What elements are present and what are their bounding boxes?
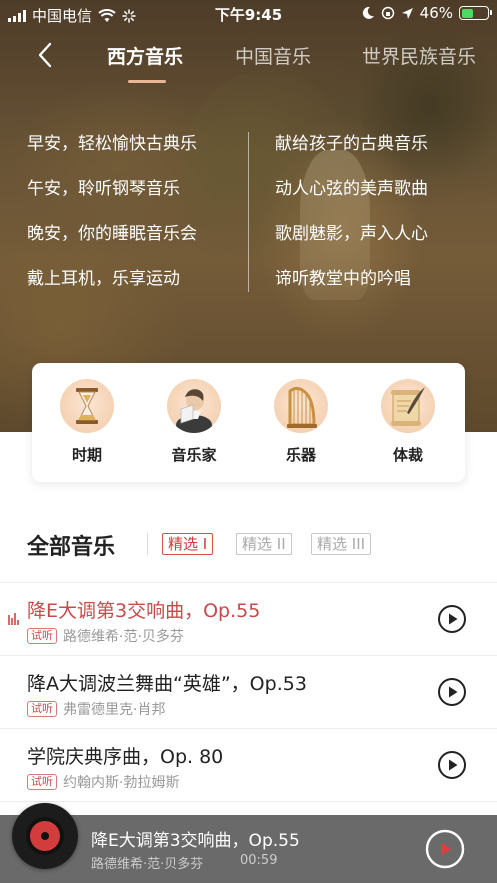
tab-world-music[interactable]: 世界民族音乐 (362, 42, 476, 69)
chip-selection-3[interactable]: 精选 III (311, 533, 372, 555)
battery-percent: 46% (419, 4, 453, 22)
category-card: 时期 音乐家 乐器 体裁 (32, 363, 465, 482)
harp-icon (274, 379, 328, 433)
player-time: 00:59 (240, 853, 278, 868)
category-label: 体裁 (392, 446, 423, 464)
back-arrow-icon[interactable] (32, 40, 62, 70)
mini-player[interactable]: 降E大调第3交响曲，Op.55 路德维希·范·贝多芬 00:59 (0, 803, 497, 883)
category-genre[interactable]: 体裁 (368, 379, 448, 465)
play-icon[interactable] (437, 604, 467, 634)
track-row[interactable]: 学院庆典序曲，Op. 80 试听 约翰内斯·勃拉姆斯 (0, 728, 497, 801)
hero-item[interactable]: 早安，轻松愉快古典乐 (27, 131, 197, 176)
track-row[interactable]: 降E大调第3交响曲，Op.55 试听 路德维希·范·贝多芬 (0, 582, 497, 655)
track-title: 学院庆典序曲，Op. 80 (27, 746, 224, 768)
track-row[interactable]: 降A大调波兰舞曲“英雄”，Op.53 试听 弗雷德里克·肖邦 (0, 655, 497, 728)
category-instrument[interactable]: 乐器 (261, 379, 341, 465)
player-title: 降E大调第3交响曲，Op.55 (91, 831, 300, 851)
track-meta: 试听 约翰内斯·勃拉姆斯 (27, 772, 179, 792)
track-artist: 路德维希·范·贝多芬 (63, 629, 184, 645)
tab-chinese-music[interactable]: 中国音乐 (235, 42, 311, 69)
hero-divider (248, 132, 249, 292)
track-title: 降E大调第3交响曲，Op.55 (27, 600, 261, 622)
hero-item[interactable]: 午安，聆听钢琴音乐 (27, 176, 197, 221)
hero-list-right: 献给孩子的古典音乐 动人心弦的美声歌曲 歌剧魅影，声入人心 谛听教堂中的吟唱 (275, 131, 428, 311)
section-title: 全部音乐 (27, 535, 116, 560)
now-playing-icon (8, 613, 19, 625)
category-label: 乐器 (285, 446, 316, 464)
player-artist: 路德维希·范·贝多芬 (91, 857, 204, 872)
player-play-icon[interactable] (425, 829, 465, 869)
preview-badge: 试听 (27, 701, 57, 717)
category-composer[interactable]: 音乐家 (154, 379, 234, 465)
section-separator (147, 533, 148, 555)
preview-badge: 试听 (27, 628, 57, 644)
scroll-quill-icon (381, 379, 435, 433)
top-nav: 西方音乐 中国音乐 世界民族音乐 (0, 36, 497, 86)
category-label: 音乐家 (171, 446, 217, 464)
track-artist: 弗雷德里克·肖邦 (63, 702, 166, 718)
hero-list-left: 早安，轻松愉快古典乐 午安，聆听钢琴音乐 晚安，你的睡眠音乐会 戴上耳机，乐享运… (27, 131, 197, 311)
hero-item[interactable]: 谛听教堂中的吟唱 (275, 266, 428, 311)
track-meta: 试听 弗雷德里克·肖邦 (27, 699, 165, 719)
chip-selection-1[interactable]: 精选 I (162, 533, 214, 555)
hero-item[interactable]: 歌剧魅影，声入人心 (275, 221, 428, 266)
play-icon[interactable] (437, 677, 467, 707)
play-icon[interactable] (437, 750, 467, 780)
track-artist: 约翰内斯·勃拉姆斯 (63, 775, 180, 791)
status-right: 46% (361, 4, 492, 22)
category-period[interactable]: 时期 (47, 379, 127, 465)
hero-item[interactable]: 献给孩子的古典音乐 (275, 131, 428, 176)
preview-badge: 试听 (27, 774, 57, 790)
composer-icon (167, 379, 221, 433)
hourglass-icon (60, 379, 114, 433)
orientation-lock-icon (381, 6, 394, 20)
album-disc-icon[interactable] (12, 803, 78, 869)
category-label: 时期 (71, 446, 102, 464)
status-bar: 中国电信 下午9:45 46% (0, 0, 497, 28)
tab-indicator (128, 80, 166, 83)
hero-item[interactable]: 动人心弦的美声歌曲 (275, 176, 428, 221)
moon-icon (362, 6, 374, 19)
track-title: 降A大调波兰舞曲“英雄”，Op.53 (27, 673, 307, 695)
hero-item[interactable]: 晚安，你的睡眠音乐会 (27, 221, 197, 266)
location-icon (401, 7, 413, 19)
track-meta: 试听 路德维希·范·贝多芬 (27, 626, 184, 646)
battery-icon (459, 6, 492, 20)
tab-western-music[interactable]: 西方音乐 (107, 42, 183, 69)
chip-selection-2[interactable]: 精选 II (236, 533, 292, 555)
hero-item[interactable]: 戴上耳机，乐享运动 (27, 266, 197, 311)
